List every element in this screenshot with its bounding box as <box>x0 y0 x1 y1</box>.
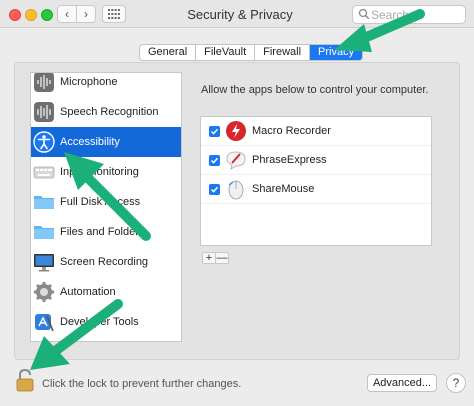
tab-filevault[interactable]: FileVault <box>196 45 256 60</box>
remove-app-button[interactable]: — <box>215 252 229 264</box>
keyboard-icon <box>33 166 55 179</box>
checkmark-icon <box>210 186 219 193</box>
speech-recognition-icon <box>34 102 54 122</box>
search-field[interactable] <box>352 5 466 24</box>
sidebar-item-full-disk-access[interactable]: Full Disk Access <box>31 187 181 217</box>
zoom-button[interactable] <box>41 9 53 21</box>
sidebar-item-input-monitoring[interactable]: Input Monitoring <box>31 157 181 187</box>
close-button[interactable] <box>9 9 21 21</box>
sharemouse-icon <box>228 180 244 200</box>
sidebar-item-label: Accessibility <box>60 136 120 148</box>
allow-apps-label: Allow the apps below to control your com… <box>201 84 429 96</box>
developer-tools-icon <box>35 314 54 332</box>
sidebar-item-label: Developer Tools <box>60 316 139 328</box>
list-item[interactable]: Macro Recorder <box>201 117 431 146</box>
folder-icon <box>34 196 54 209</box>
chevron-left-icon: ‹ <box>65 7 69 21</box>
app-name: PhraseExpress <box>252 154 327 166</box>
accessibility-icon <box>33 131 55 153</box>
app-name: Macro Recorder <box>252 125 331 137</box>
search-input[interactable] <box>371 7 461 22</box>
advanced-button[interactable]: Advanced... <box>367 374 437 392</box>
sidebar-item-speech-recognition[interactable]: Speech Recognition <box>31 97 181 127</box>
tab-privacy[interactable]: Privacy <box>310 45 363 60</box>
macro-recorder-icon <box>226 121 246 141</box>
privacy-category-list[interactable]: Microphone Speech Recognition Accessibil… <box>30 72 182 342</box>
sidebar-item-automation[interactable]: Automation <box>31 277 181 307</box>
tab-bar: General FileVault Firewall Privacy <box>139 44 364 61</box>
lock-status-text: Click the lock to prevent further change… <box>42 378 242 390</box>
sidebar-item-label: Automation <box>60 286 116 298</box>
grid-icon <box>108 9 120 19</box>
sidebar-item-accessibility[interactable]: Accessibility <box>31 127 181 157</box>
display-icon <box>34 254 54 272</box>
chevron-right-icon: › <box>84 7 88 21</box>
tab-firewall[interactable]: Firewall <box>255 45 311 60</box>
sharemouse-checkbox[interactable] <box>209 184 220 195</box>
sidebar-item-label: Screen Recording <box>60 256 149 268</box>
sidebar-item-label: Speech Recognition <box>60 106 159 118</box>
window-title: Security & Privacy <box>187 7 293 22</box>
back-button[interactable]: ‹ <box>57 5 77 23</box>
sidebar-item-label: Microphone <box>60 76 118 88</box>
forward-button[interactable]: › <box>76 5 96 23</box>
sidebar-item-screen-recording[interactable]: Screen Recording <box>31 247 181 277</box>
phraseexpress-checkbox[interactable] <box>209 155 220 166</box>
phraseexpress-icon <box>226 151 246 170</box>
minimize-button[interactable] <box>25 9 37 21</box>
title-bar: ‹ › Security & Privacy <box>0 0 474 28</box>
checkmark-icon <box>210 128 219 135</box>
gear-icon <box>34 282 54 302</box>
list-item[interactable]: ShareMouse <box>201 175 431 204</box>
sidebar-item-label: Files and Folders <box>60 226 145 238</box>
add-app-button[interactable]: + <box>202 252 216 264</box>
sidebar-item-files-and-folders[interactable]: Files and Folders <box>31 217 181 247</box>
sidebar-item-developer-tools[interactable]: Developer Tools <box>31 307 181 337</box>
search-icon <box>358 8 370 20</box>
sidebar-item-label: Input Monitoring <box>60 166 139 178</box>
app-list[interactable]: Macro Recorder PhraseExpress ShareMouse <box>200 116 432 246</box>
sidebar-item-label: Full Disk Access <box>60 196 141 208</box>
list-item[interactable]: PhraseExpress <box>201 146 431 175</box>
sidebar-item-microphone[interactable]: Microphone <box>31 73 181 97</box>
folder-icon <box>34 226 54 239</box>
lock-icon[interactable] <box>15 368 35 392</box>
tab-general[interactable]: General <box>140 45 197 60</box>
help-button[interactable]: ? <box>446 373 466 393</box>
microphone-icon <box>34 73 54 92</box>
app-name: ShareMouse <box>252 183 315 195</box>
show-all-button[interactable] <box>102 5 126 23</box>
checkmark-icon <box>210 157 219 164</box>
macro-recorder-checkbox[interactable] <box>209 126 220 137</box>
